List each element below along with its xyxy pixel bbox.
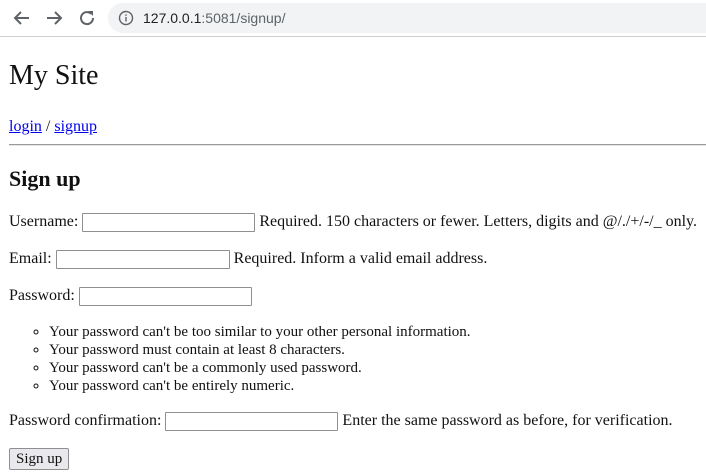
email-row: Email: Required. Inform a valid email ad… [9, 248, 487, 270]
forward-button[interactable] [42, 6, 66, 30]
address-bar[interactable]: 127.0.0.1:5081/signup/ [108, 3, 706, 33]
email-label: Email: [9, 250, 52, 267]
password-row: Password: [9, 285, 256, 307]
password-confirmation-row: Password confirmation: Enter the same pa… [9, 410, 673, 432]
arrow-right-icon [47, 11, 63, 25]
username-label: Username: [9, 213, 79, 230]
form-title: Sign up [9, 166, 81, 191]
info-icon[interactable] [118, 10, 134, 26]
url-host: 127.0.0.1 [143, 10, 202, 26]
signup-link[interactable]: signup [54, 118, 97, 135]
url-text: 127.0.0.1:5081/signup/ [143, 10, 285, 26]
back-button[interactable] [10, 6, 34, 30]
password-rules: Your password can't be too similar to yo… [9, 323, 471, 395]
username-row: Username: Required. 150 characters or fe… [9, 211, 697, 233]
password-input[interactable] [78, 286, 252, 306]
password-rule: Your password must contain at least 8 ch… [49, 341, 471, 359]
password-rule: Your password can't be entirely numeric. [49, 377, 471, 395]
arrow-left-icon [13, 11, 29, 25]
username-help: Required. 150 characters or fewer. Lette… [259, 213, 698, 230]
username-input[interactable] [82, 212, 256, 232]
site-title: My Site [9, 60, 99, 91]
password-confirmation-label: Password confirmation: [9, 412, 162, 429]
password-confirmation-help: Enter the same password as before, for v… [342, 412, 673, 429]
password-confirmation-input[interactable] [165, 411, 339, 431]
signup-button[interactable]: Sign up [9, 448, 70, 470]
page-content: My Site login / signup Sign up Username:… [0, 37, 706, 476]
divider [9, 144, 706, 146]
password-rule: Your password can't be a commonly used p… [49, 359, 471, 377]
reload-icon [80, 11, 95, 26]
password-label: Password: [9, 287, 75, 304]
url-path: :5081/signup/ [201, 10, 286, 26]
login-link[interactable]: login [9, 118, 42, 135]
password-rule: Your password can't be too similar to yo… [49, 323, 471, 341]
email-help: Required. Inform a valid email address. [233, 250, 488, 267]
email-input[interactable] [55, 249, 230, 269]
reload-button[interactable] [75, 6, 99, 30]
nav-separator: / [41, 118, 55, 135]
site-nav: login / signup [9, 117, 97, 137]
browser-toolbar: 127.0.0.1:5081/signup/ [0, 0, 706, 37]
